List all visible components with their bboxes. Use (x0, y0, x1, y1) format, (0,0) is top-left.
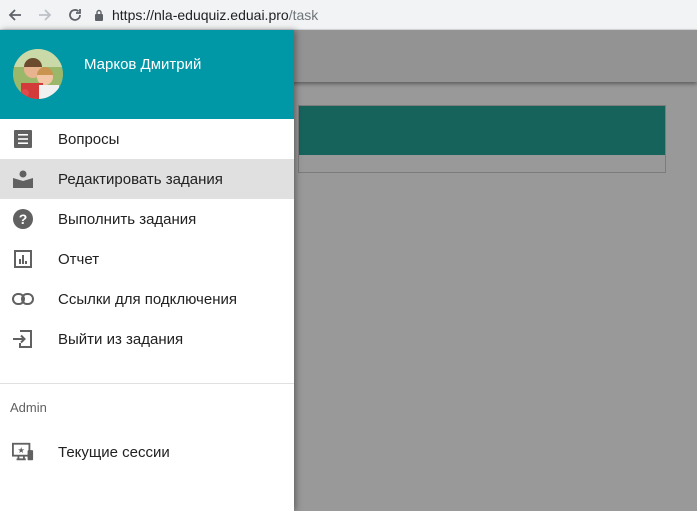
back-button[interactable] (0, 0, 30, 30)
screen-share-icon: ★ (12, 441, 34, 463)
navigation-drawer: Марков Дмитрий Вопросы Редактировать зад… (0, 30, 294, 511)
exit-icon (12, 328, 34, 350)
bar-chart-icon (12, 248, 34, 270)
lock-icon (94, 9, 104, 21)
menu-item-label: Отчет (58, 250, 100, 268)
menu-item-questions[interactable]: Вопросы (0, 119, 294, 159)
address-bar[interactable]: https://nla-eduquiz.eduai.pro/task (94, 0, 318, 30)
arrow-right-icon (37, 7, 53, 23)
menu-item-label: Ссылки для подключения (58, 290, 238, 308)
book-reader-icon (12, 168, 34, 190)
menu-item-connection-links[interactable]: Ссылки для подключения (0, 279, 294, 319)
user-name: Марков Дмитрий (84, 56, 202, 73)
reload-icon (67, 7, 83, 23)
list-icon (12, 128, 34, 150)
reload-button[interactable] (60, 0, 90, 30)
help-circle-icon: ? (12, 208, 34, 230)
menu-item-report[interactable]: Отчет (0, 239, 294, 279)
menu-item-label: Текущие сессии (58, 443, 170, 461)
admin-subheader: Admin (10, 400, 47, 415)
drawer-header: Марков Дмитрий (0, 30, 294, 119)
avatar[interactable] (13, 49, 63, 99)
link-icon (12, 288, 34, 310)
menu-item-label: Вопросы (58, 130, 120, 148)
arrow-left-icon (7, 7, 23, 23)
menu-item-edit-tasks[interactable]: Редактировать задания (0, 159, 294, 199)
forward-button[interactable] (30, 0, 60, 30)
url-path: /task (288, 6, 319, 23)
menu-item-current-sessions[interactable]: ★ Текущие сессии (0, 432, 294, 472)
menu-item-label: Редактировать задания (58, 170, 223, 188)
main-menu: Вопросы Редактировать задания ? Выполнит… (0, 119, 294, 359)
url-host: https://nla-eduquiz.eduai.pro (112, 6, 289, 23)
svg-text:★: ★ (17, 445, 24, 455)
menu-item-exit-task[interactable]: Выйти из задания (0, 319, 294, 359)
svg-text:?: ? (19, 211, 28, 227)
browser-toolbar: https://nla-eduquiz.eduai.pro/task (0, 0, 697, 30)
menu-item-do-tasks[interactable]: ? Выполнить задания (0, 199, 294, 239)
menu-item-label: Выйти из задания (58, 330, 184, 348)
menu-item-label: Выполнить задания (58, 210, 197, 228)
admin-menu: ★ Текущие сессии (0, 432, 294, 472)
